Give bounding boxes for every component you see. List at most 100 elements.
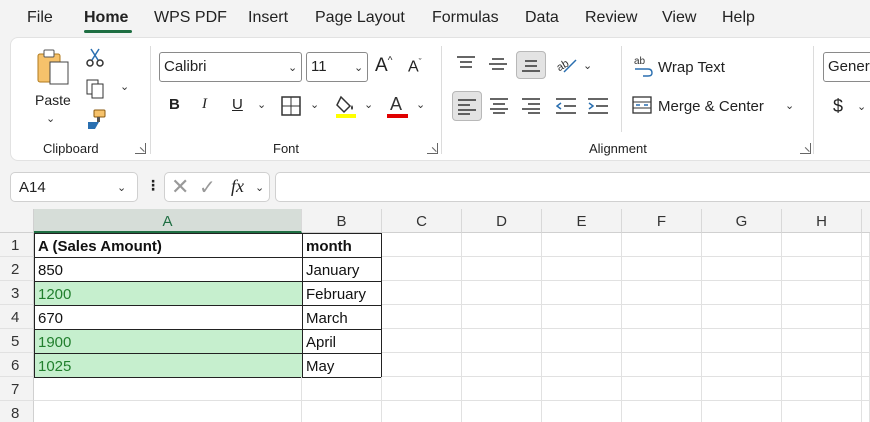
alignment-launcher-icon[interactable] (800, 143, 811, 154)
column-header-c[interactable]: C (382, 209, 462, 233)
decrease-font-size-icon[interactable]: Aˇ (408, 57, 422, 76)
formula-input[interactable] (275, 172, 870, 202)
underline-icon[interactable]: U (232, 96, 243, 113)
tab-page-layout[interactable]: Page Layout (315, 9, 405, 27)
grid-cell[interactable] (542, 233, 622, 257)
orientation-dropdown-chevron-icon[interactable]: ⌄ (583, 59, 592, 72)
column-header-e[interactable]: E (542, 209, 622, 233)
merge-center-dropdown-chevron-icon[interactable]: ⌄ (785, 99, 794, 112)
font-name-select[interactable]: Calibri ⌄ (159, 52, 302, 82)
underline-dropdown-chevron-icon[interactable]: ⌄ (257, 98, 266, 111)
chevron-down-icon[interactable]: ⌄ (255, 181, 264, 194)
increase-indent-icon[interactable] (588, 98, 608, 114)
cell-a1[interactable]: A (Sales Amount) (34, 233, 303, 258)
grid-cell[interactable] (462, 329, 542, 353)
font-launcher-icon[interactable] (427, 143, 438, 154)
clipboard-launcher-icon[interactable] (135, 143, 146, 154)
row-header[interactable]: 2 (0, 257, 34, 281)
align-left-button[interactable] (452, 91, 482, 121)
grid-cell[interactable] (462, 305, 542, 329)
cell-a6[interactable]: 1025 (34, 353, 303, 378)
merge-center-label[interactable]: Merge & Center (658, 98, 764, 115)
orientation-icon[interactable]: ab (556, 54, 578, 74)
insert-function-icon[interactable]: fx (231, 176, 244, 197)
currency-dropdown-chevron-icon[interactable]: ⌄ (857, 100, 866, 113)
cell-a2[interactable]: 850 (34, 257, 303, 282)
paste-label[interactable]: Paste (35, 92, 71, 108)
grid-cell[interactable] (462, 281, 542, 305)
grid-cell[interactable] (862, 329, 870, 353)
grid-cell[interactable] (702, 233, 782, 257)
copy-dropdown-chevron-icon[interactable]: ⌄ (120, 80, 129, 93)
row-header[interactable]: 8 (0, 401, 34, 422)
cell-b5[interactable]: April (302, 329, 382, 354)
grid-cell[interactable] (702, 353, 782, 377)
grid-cell[interactable] (382, 305, 462, 329)
tab-view[interactable]: View (662, 9, 696, 27)
grid-cell[interactable] (462, 377, 542, 401)
paste-icon[interactable] (35, 48, 73, 88)
cell-b1[interactable]: month (302, 233, 382, 258)
row-header[interactable]: 3 (0, 281, 34, 305)
grid-cell[interactable] (622, 353, 702, 377)
grid-cell[interactable] (382, 257, 462, 281)
cell-b7[interactable] (302, 377, 382, 401)
font-color-icon[interactable]: A (387, 93, 409, 119)
cell-b2[interactable]: January (302, 257, 382, 282)
cell-b8[interactable] (302, 401, 382, 422)
align-right-icon[interactable] (522, 98, 540, 114)
grid-cell[interactable] (622, 329, 702, 353)
cell-a4[interactable]: 670 (34, 305, 303, 330)
tab-insert[interactable]: Insert (248, 9, 288, 27)
currency-icon[interactable]: $ (833, 96, 843, 117)
enter-icon[interactable]: ✓ (199, 175, 216, 200)
tab-help[interactable]: Help (722, 9, 755, 27)
grid-cell[interactable] (542, 257, 622, 281)
format-painter-icon[interactable] (85, 108, 107, 130)
increase-font-size-icon[interactable]: A^ (375, 55, 392, 77)
grid-cell[interactable] (462, 233, 542, 257)
row-header[interactable]: 4 (0, 305, 34, 329)
merge-center-icon[interactable] (632, 96, 652, 114)
cut-icon[interactable] (86, 48, 104, 68)
row-header[interactable]: 5 (0, 329, 34, 353)
grid-cell[interactable] (382, 233, 462, 257)
grid-cell[interactable] (462, 401, 542, 422)
name-box[interactable]: A14 ⌄ (10, 172, 138, 202)
column-header-f[interactable]: F (622, 209, 702, 233)
grid-cell[interactable] (702, 377, 782, 401)
grid-cell[interactable] (382, 377, 462, 401)
grid-cell[interactable] (782, 281, 862, 305)
font-size-select[interactable]: 11 ⌄ (306, 52, 368, 82)
grid-cell[interactable] (382, 401, 462, 422)
grid-cell[interactable] (622, 233, 702, 257)
grid-cell[interactable] (622, 401, 702, 422)
grid-cell[interactable] (622, 257, 702, 281)
grid-cell[interactable] (862, 305, 870, 329)
borders-icon[interactable] (281, 96, 301, 116)
grid-cell[interactable] (782, 233, 862, 257)
cancel-icon[interactable]: ✕ (171, 174, 189, 200)
grid-cell[interactable] (862, 233, 870, 257)
grid-cell[interactable] (782, 329, 862, 353)
grid-cell[interactable] (622, 377, 702, 401)
decrease-indent-icon[interactable] (556, 98, 576, 114)
middle-align-icon[interactable] (489, 58, 507, 72)
bottom-align-button[interactable] (516, 51, 546, 79)
cell-a3[interactable]: 1200 (34, 281, 303, 306)
grid-cell[interactable] (862, 281, 870, 305)
grid-cell[interactable] (782, 401, 862, 422)
grid-cell[interactable] (782, 353, 862, 377)
grid-cell[interactable] (542, 377, 622, 401)
wrap-text-label[interactable]: Wrap Text (658, 59, 725, 76)
column-header-g[interactable]: G (702, 209, 782, 233)
grid-cell[interactable] (462, 257, 542, 281)
grid-cell[interactable] (782, 377, 862, 401)
column-header-b[interactable]: B (302, 209, 382, 233)
fill-color-icon[interactable] (335, 93, 359, 119)
select-all-corner[interactable] (0, 209, 34, 233)
align-center-icon[interactable] (490, 98, 508, 114)
grid-cell[interactable] (622, 281, 702, 305)
grid-cell[interactable] (542, 281, 622, 305)
grid-cell[interactable] (862, 257, 870, 281)
